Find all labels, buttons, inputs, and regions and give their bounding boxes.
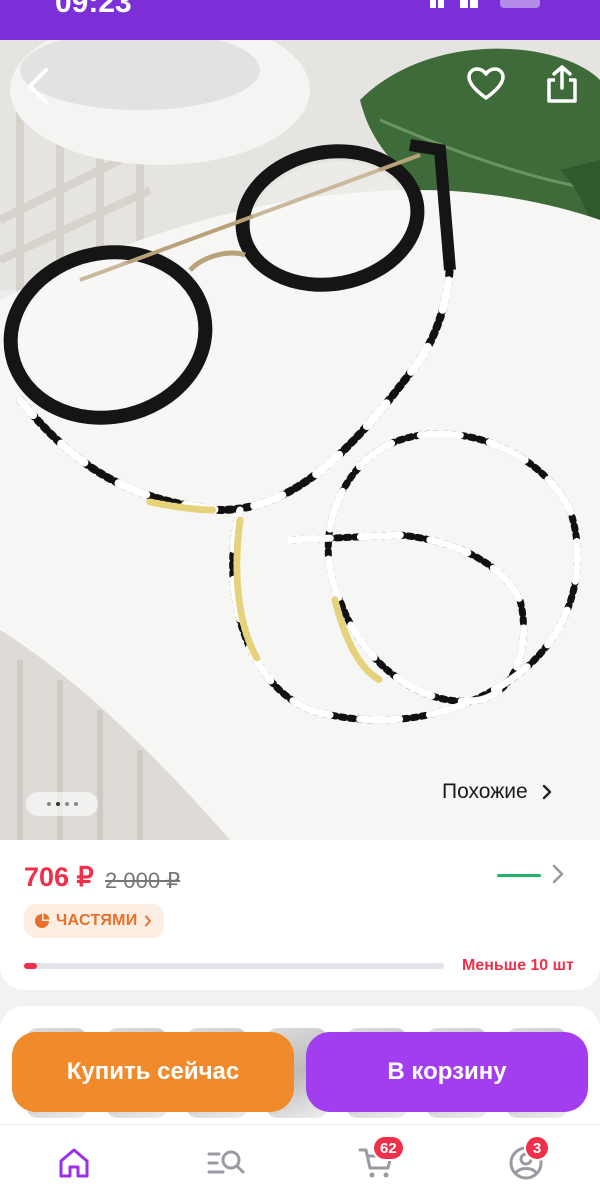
tab-catalog[interactable] [204, 1143, 248, 1183]
product-image [0, 40, 600, 840]
back-button[interactable] [14, 62, 62, 110]
price-card: 706 ₽ 2 000 ₽ ЧАСТЯМИ Меньше 10 шт [0, 840, 600, 990]
bottom-tab-bar: 62 3 [0, 1124, 600, 1200]
status-time: 09:23 [55, 0, 132, 19]
gallery-pagination [26, 792, 98, 816]
back-icon [28, 68, 48, 104]
gallery-dot [46, 802, 51, 806]
profile-count-badge: 3 [524, 1135, 550, 1161]
share-button[interactable] [538, 60, 586, 108]
share-icon [547, 65, 577, 103]
similar-button[interactable]: Похожие [430, 768, 576, 816]
current-price: 706 ₽ [24, 862, 94, 892]
buy-now-button[interactable]: Купить сейчас [12, 1032, 294, 1112]
installments-icon [35, 913, 50, 928]
stock-progress-fill [24, 963, 37, 969]
chevron-right-icon [542, 784, 551, 800]
chevron-right-icon [144, 915, 151, 927]
stock-label: Меньше 10 шт [462, 957, 574, 974]
status-indicators-icon [430, 0, 540, 8]
similar-label: Похожие [442, 780, 528, 803]
catalog-search-icon [207, 1150, 245, 1174]
heart-icon [467, 67, 505, 100]
cart-count-badge: 62 [372, 1135, 405, 1161]
gallery-dot-active [55, 802, 60, 806]
status-bar: 09:23 [0, 0, 600, 40]
home-icon [59, 1148, 89, 1178]
gallery-dot [64, 802, 69, 806]
price-indicator [497, 874, 541, 877]
product-photo[interactable]: Похожие [0, 40, 600, 840]
favorite-button[interactable] [462, 60, 510, 108]
gallery-dot [73, 802, 78, 806]
installments-badge[interactable]: ЧАСТЯМИ [24, 904, 164, 938]
stock-progress [24, 963, 444, 969]
tab-home[interactable] [52, 1143, 96, 1183]
installments-label: ЧАСТЯМИ [56, 912, 138, 929]
chevron-right-icon[interactable] [548, 862, 568, 886]
add-to-cart-button[interactable]: В корзину [306, 1032, 588, 1112]
old-price: 2 000 ₽ [105, 868, 181, 893]
